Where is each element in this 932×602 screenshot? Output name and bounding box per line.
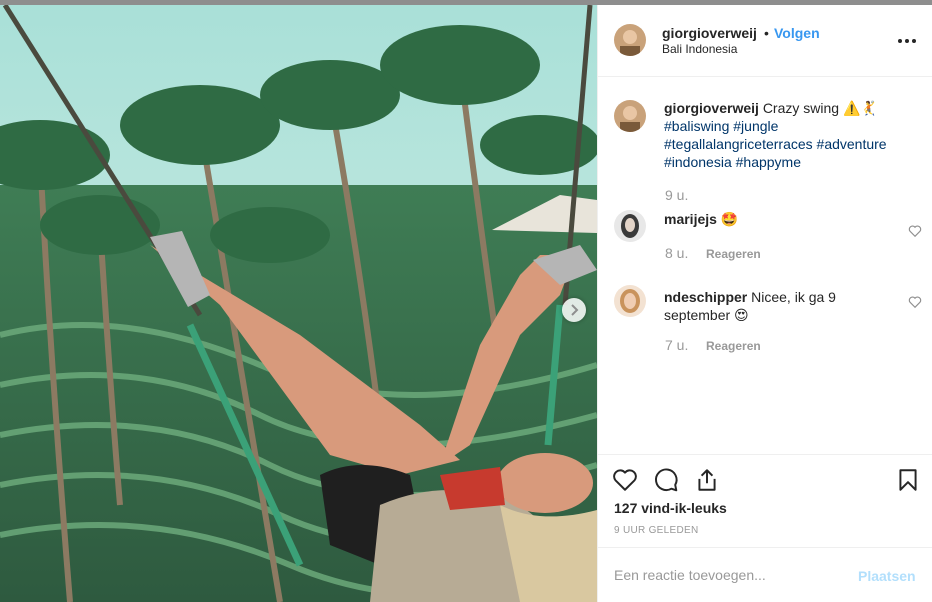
comment-timestamp: 7 u.: [665, 337, 689, 353]
comment: marijejs 🤩: [664, 211, 738, 228]
caption-avatar[interactable]: [614, 100, 646, 132]
bookmark-icon[interactable]: [895, 467, 921, 493]
comment-icon[interactable]: [653, 467, 679, 493]
caption-username[interactable]: giorgioverweij: [664, 100, 759, 116]
separator-dot: •: [764, 25, 769, 41]
comment-username[interactable]: marijejs: [664, 211, 717, 227]
heart-icon[interactable]: [908, 295, 922, 309]
avatar-image: [614, 100, 646, 132]
hashtag-link[interactable]: #adventure: [817, 136, 887, 152]
comment-input[interactable]: [614, 564, 834, 586]
heart-icon[interactable]: [612, 467, 638, 493]
avatar-image: [614, 285, 646, 317]
comment: ndeschipper Nicee, ik ga 9 september 😍: [664, 288, 894, 324]
hashtag-link[interactable]: #indonesia: [664, 154, 732, 170]
comment-timestamp: 8 u.: [665, 245, 689, 261]
chevron-right-icon: [571, 304, 579, 316]
photo-illustration: [0, 5, 597, 602]
post-side-panel: giorgioverweij • Volgen Bali Indonesia g…: [597, 5, 932, 602]
like-count[interactable]: 127 vind-ik-leuks: [614, 500, 727, 516]
commenter-avatar[interactable]: [614, 285, 646, 317]
follow-button[interactable]: Volgen: [774, 25, 820, 41]
hashtag-link[interactable]: #happyme: [736, 154, 801, 170]
post-caption: giorgioverweij Crazy swing ⚠️🤾 #baliswin…: [664, 99, 919, 171]
post-comment-button[interactable]: Plaatsen: [858, 568, 916, 584]
heart-icon[interactable]: [908, 224, 922, 238]
post-author-username[interactable]: giorgioverweij: [662, 25, 757, 41]
post-location[interactable]: Bali Indonesia: [662, 42, 737, 56]
avatar[interactable]: [614, 24, 646, 56]
comment-text: 🤩: [720, 211, 739, 227]
reply-button[interactable]: Reageren: [706, 247, 761, 261]
hashtag-link[interactable]: #jungle: [733, 118, 778, 134]
more-options-icon[interactable]: [898, 33, 920, 49]
caption-timestamp: 9 u.: [665, 187, 689, 203]
commenter-avatar[interactable]: [614, 210, 646, 242]
avatar-image: [614, 24, 646, 56]
share-icon[interactable]: [694, 467, 720, 493]
hashtag-link[interactable]: #tegallalangriceterraces: [664, 136, 813, 152]
avatar-image: [614, 210, 646, 242]
next-photo-button[interactable]: [562, 298, 586, 322]
comment-username[interactable]: ndeschipper: [664, 289, 747, 305]
post-header: giorgioverweij • Volgen Bali Indonesia: [598, 5, 932, 77]
post-age: 9 UUR GELEDEN: [614, 525, 699, 536]
post-photo[interactable]: [0, 5, 597, 602]
reply-button[interactable]: Reageren: [706, 339, 761, 353]
caption-text: Crazy swing ⚠️🤾: [762, 100, 878, 116]
hashtag-link[interactable]: #baliswing: [664, 118, 729, 134]
add-comment-bar: Plaatsen: [598, 547, 932, 602]
